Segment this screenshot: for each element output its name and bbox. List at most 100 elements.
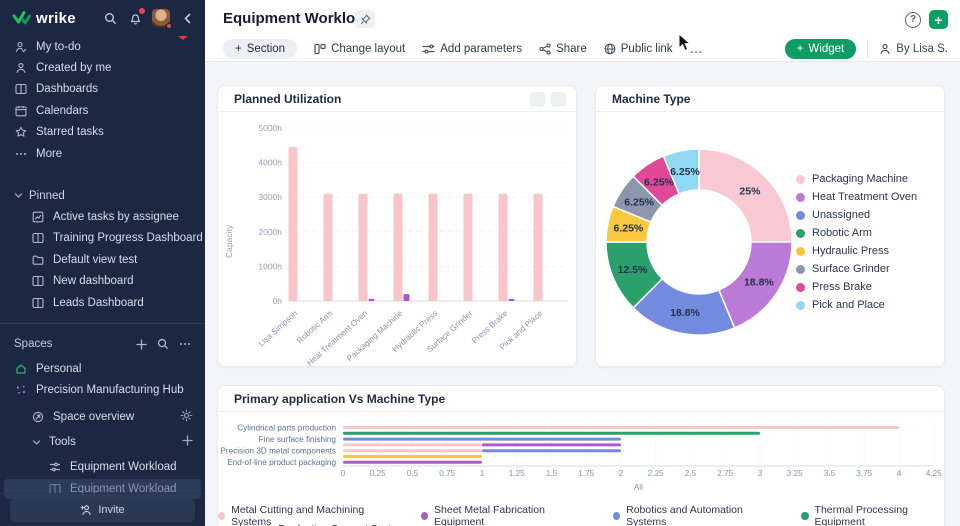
add-tool-plus-icon[interactable] xyxy=(182,435,193,449)
sidebar-item-precision-manufacturing-hub[interactable]: Precision Manufacturing Hub xyxy=(0,380,205,401)
search-spaces-icon[interactable] xyxy=(155,338,171,350)
legend-label: Robotics and Automation Systems xyxy=(626,504,743,526)
main-area: Equipment Workload ? + + Section Change … xyxy=(205,0,960,526)
legend-label: Pick and Place xyxy=(812,299,885,311)
help-button[interactable]: ? xyxy=(905,11,921,28)
x-category-label: Heat Treatment Oven xyxy=(305,309,370,368)
x-axis-label: All xyxy=(634,483,643,492)
x-tick-label: 4.25 xyxy=(926,469,942,478)
legend-item[interactable]: Robotic Arm xyxy=(796,224,917,242)
legend-label: Thermal Processing Equipment xyxy=(814,504,908,526)
sidebar-item-new-dashboard[interactable]: New dashboard xyxy=(0,271,205,292)
logo-text: wrike xyxy=(36,9,76,27)
bar-capacity xyxy=(428,193,438,301)
category-label: Precision 3D metal components xyxy=(220,447,336,456)
legend-item[interactable]: Press Brake xyxy=(796,278,917,296)
hbar-segment xyxy=(343,460,482,464)
sidebar-item-default-view-test[interactable]: Default view test xyxy=(0,249,205,270)
byline-label: By Lisa S. xyxy=(896,42,948,55)
sidebar-item-label: Created by me xyxy=(36,62,112,75)
pinned-header[interactable]: Pinned xyxy=(0,185,205,206)
page-title: Equipment Workload xyxy=(223,10,373,27)
spaces-more-icon[interactable] xyxy=(177,338,193,350)
bar-capacity xyxy=(393,193,403,301)
legend-item[interactable]: Sheet Metal Fabrication Equipment xyxy=(420,504,579,526)
global-add-button[interactable]: + xyxy=(929,10,948,29)
wrike-logo-icon xyxy=(12,10,31,24)
donut-percent-label: 18.8% xyxy=(744,277,774,289)
sidebar-item-personal-space[interactable]: Personal xyxy=(0,358,205,379)
sidebar-pinned-section: Pinned Active tasks by assignee Training… xyxy=(0,185,205,313)
sidebar-item-calendars[interactable]: Calendars xyxy=(0,100,205,121)
hbar-segment xyxy=(343,455,482,458)
y-tick-label: 4000h xyxy=(258,158,282,168)
sidebar-item-starred-tasks[interactable]: Starred tasks xyxy=(0,122,205,143)
legend-item[interactable]: Unassigned xyxy=(796,206,917,224)
bar-planned xyxy=(368,298,375,301)
dashboard-toolbar: + Section Change layout Add parameters S… xyxy=(223,37,704,60)
change-layout-button[interactable]: Change layout xyxy=(314,43,405,55)
search-icon[interactable] xyxy=(102,10,118,26)
sidebar-item-label: Space overview xyxy=(53,410,135,423)
invite-label: Invite xyxy=(98,504,125,516)
widget-machine-type: Machine Type 25% 18.8% 18.8% 12.5% 6.25% 6.25… xyxy=(595,85,945,367)
hbar-segment xyxy=(343,449,482,453)
add-section-button[interactable]: + Section xyxy=(223,38,298,59)
legend-item[interactable]: Packaging Machine xyxy=(796,170,917,188)
pinned-header-label: Pinned xyxy=(29,189,65,202)
legend-item[interactable]: Pick and Place xyxy=(796,296,917,314)
sidebar-item-equipment-workload-tool[interactable]: Equipment Workload xyxy=(0,456,205,477)
legend-item[interactable]: Heat Treatment Oven xyxy=(796,188,917,206)
bar-capacity xyxy=(463,193,473,301)
x-tick-label: 3.25 xyxy=(787,469,803,478)
legend-item[interactable]: Surface Grinder xyxy=(796,260,917,278)
pin-icon[interactable] xyxy=(355,10,375,28)
legend-label: Hydraulic Press xyxy=(812,245,890,257)
author-filter-button[interactable]: By Lisa S. xyxy=(879,43,948,55)
legend-item[interactable]: Thermal Processing Equipment xyxy=(801,504,944,526)
invite-button[interactable]: Invite xyxy=(10,498,195,522)
avatar-status-dot xyxy=(166,23,172,29)
x-tick-label: 1.25 xyxy=(509,469,525,478)
sidebar-item-label: Dashboards xyxy=(36,83,99,96)
sidebar-item-label: More xyxy=(36,147,63,160)
add-widget-button[interactable]: + Widget xyxy=(784,38,857,59)
sidebar-item-active-tasks-by-assignee[interactable]: Active tasks by assignee xyxy=(0,206,205,227)
donut-percent-label: 6.25% xyxy=(624,196,654,208)
sidebar-item-my-todo[interactable]: My to-do xyxy=(0,36,205,57)
sidebar-item-training-progress-dashboard[interactable]: Training Progress Dashboard xyxy=(0,228,205,249)
legend-label: Surface Grinder xyxy=(812,263,890,275)
add-space-plus-icon[interactable] xyxy=(133,339,149,350)
change-layout-label: Change layout xyxy=(331,42,406,55)
plus-icon: + xyxy=(796,42,804,55)
legend-item[interactable]: Robotics and Automation Systems xyxy=(613,504,767,526)
chevron-down-icon xyxy=(14,193,23,199)
parameters-sliders-icon xyxy=(422,43,435,55)
legend-dot xyxy=(796,264,805,274)
sidebar-item-created-by-me[interactable]: Created by me xyxy=(0,57,205,78)
share-button[interactable]: Share xyxy=(539,43,587,55)
toolbar-separator xyxy=(867,39,869,58)
dashboard-icon xyxy=(14,83,28,95)
x-tick-label: 4 xyxy=(897,469,902,478)
notifications-bell-icon[interactable] xyxy=(127,8,145,26)
collapse-sidebar-chevron-icon[interactable] xyxy=(179,10,195,26)
category-label: Fine surface finishing xyxy=(259,435,337,444)
x-tick-label: 1.75 xyxy=(578,469,594,478)
sidebar-item-more[interactable]: More xyxy=(0,143,205,164)
sidebar-item-space-overview[interactable]: Space overview xyxy=(0,406,205,427)
dashboard-content: Planned Utilization 0h 1000h 2000h 3000h 400… xyxy=(205,62,960,526)
legend-dot xyxy=(796,192,805,202)
add-parameters-button[interactable]: Add parameters xyxy=(422,43,522,55)
x-tick-label: 2.75 xyxy=(717,469,733,478)
toolbar-more-button[interactable]: … xyxy=(690,41,704,56)
wrike-logo[interactable]: wrike xyxy=(12,10,102,27)
sidebar-item-tools-folder[interactable]: Tools xyxy=(0,431,205,452)
sidebar-item-leads-dashboard[interactable]: Leads Dashboard xyxy=(0,292,205,313)
avatar[interactable] xyxy=(152,9,172,29)
public-link-button[interactable]: Public link xyxy=(604,43,673,55)
sidebar-item-dashboards[interactable]: Dashboards xyxy=(0,79,205,100)
gear-icon[interactable] xyxy=(180,409,193,425)
legend-item[interactable]: Hydraulic Press xyxy=(796,242,917,260)
legend-label: Press Brake xyxy=(812,281,872,293)
